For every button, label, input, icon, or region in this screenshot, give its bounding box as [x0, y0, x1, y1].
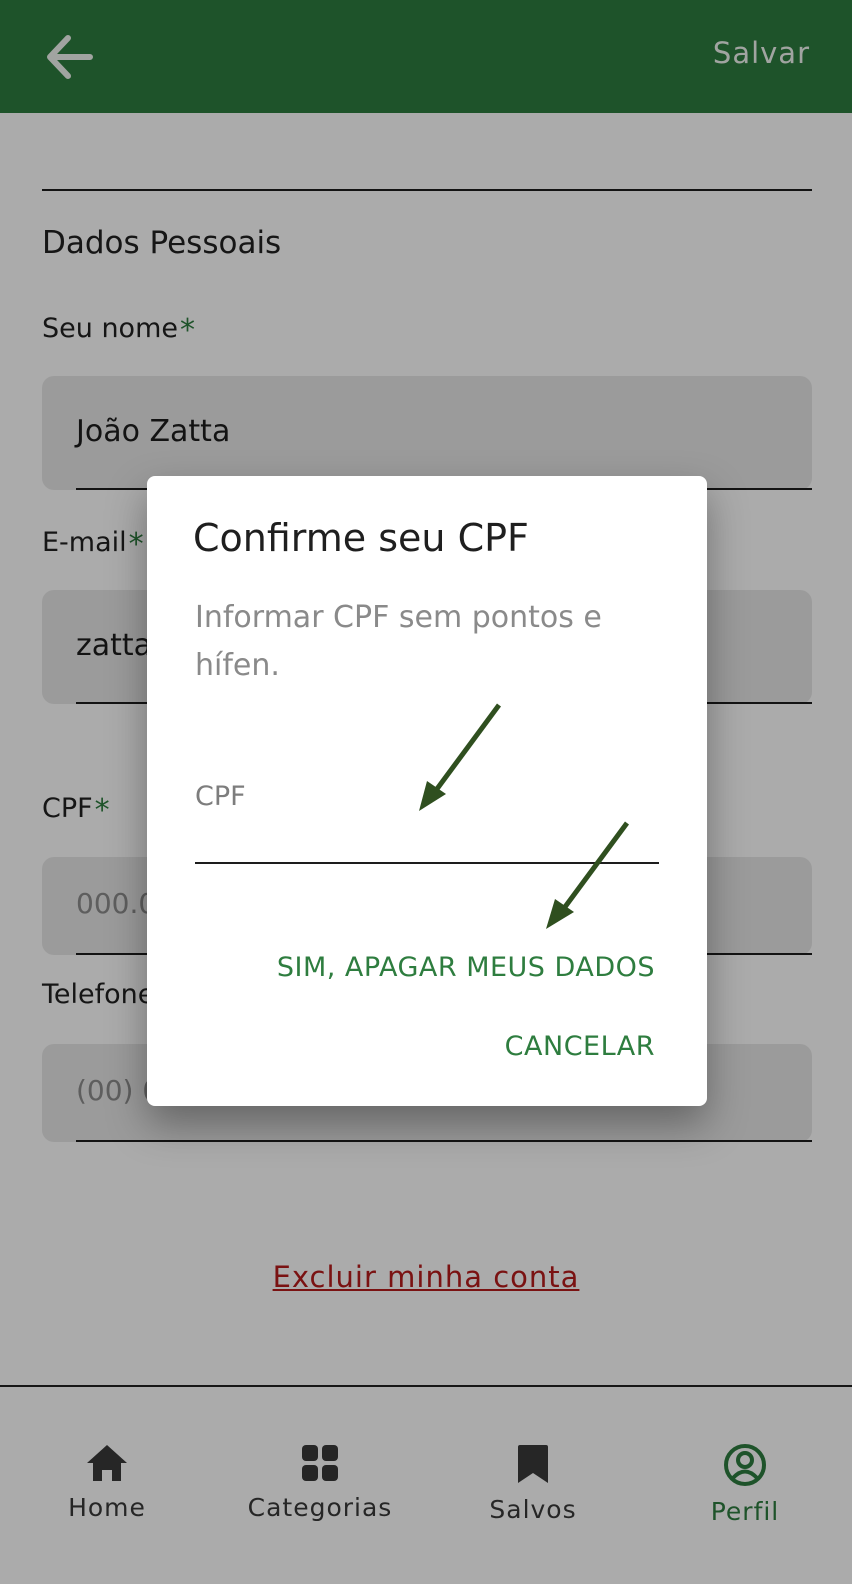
dialog-title: Confirme seu CPF — [193, 516, 529, 560]
dialog-message: Informar CPF sem pontos e hífen. — [195, 600, 602, 683]
app-screen: Salvar Dados Pessoais Seu nome* João Zat… — [0, 0, 852, 1584]
cancel-button[interactable]: CANCELAR — [505, 1031, 655, 1062]
confirm-cpf-dialog: Confirme seu CPF Informar CPF sem pontos… — [147, 476, 707, 1106]
cpf-input[interactable] — [195, 776, 659, 816]
confirm-delete-button[interactable]: SIM, APAGAR MEUS DADOS — [277, 952, 655, 983]
cpf-input-underline — [195, 862, 659, 864]
